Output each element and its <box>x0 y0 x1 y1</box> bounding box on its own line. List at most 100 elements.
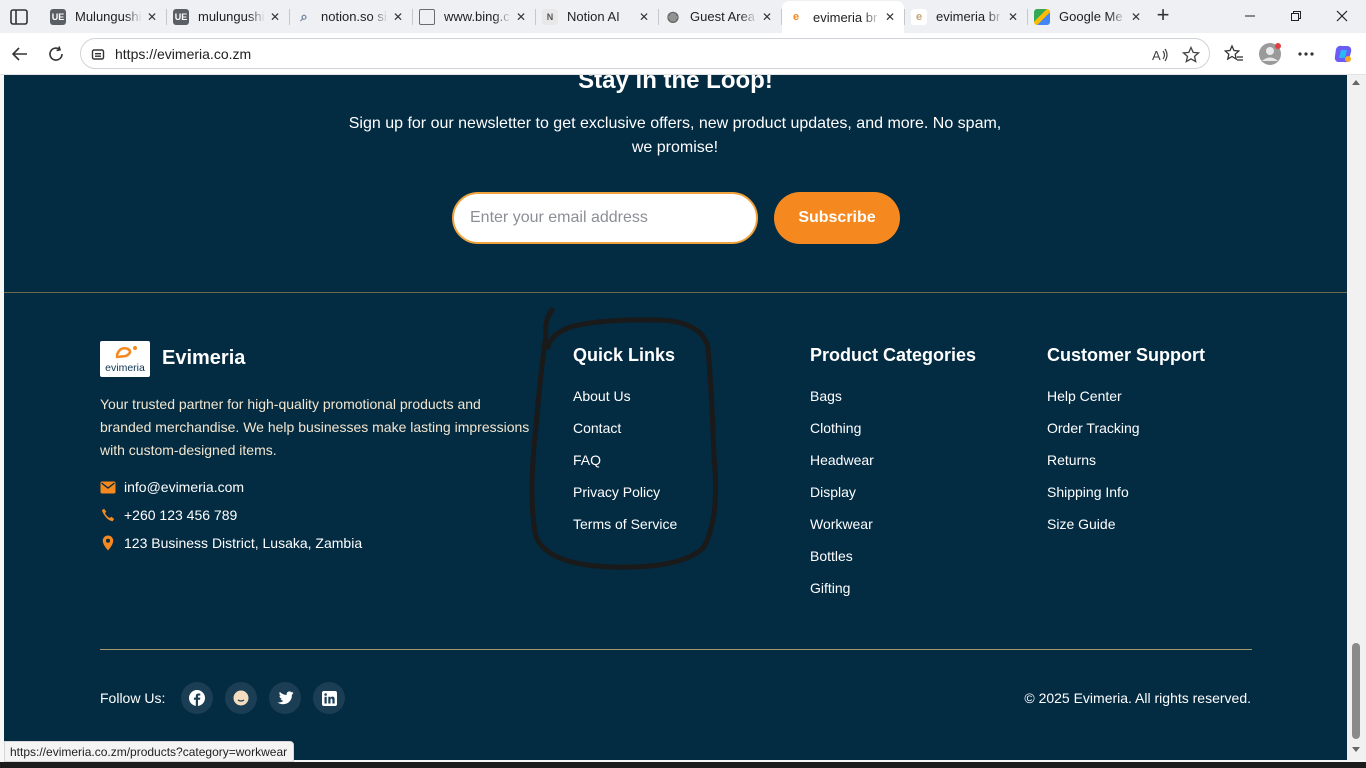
footer-divider <box>100 649 1252 650</box>
footer-link-about-us[interactable]: About Us <box>573 388 677 420</box>
newsletter-description: Sign up for our newsletter to get exclus… <box>348 115 1002 156</box>
browser-tab[interactable]: e evimeria br ✕ <box>905 4 1027 29</box>
product-categories-column: Product Categories Bags Clothing Headwea… <box>810 345 976 612</box>
contact-email[interactable]: info@evimeria.com <box>100 479 244 495</box>
browser-tab[interactable]: UE Mulungushi ✕ <box>44 4 166 29</box>
footer-link-contact[interactable]: Contact <box>573 420 677 452</box>
ue-icon: UE <box>50 8 66 25</box>
site-info-icon[interactable] <box>91 46 105 67</box>
close-tab-icon[interactable]: ✕ <box>757 7 777 27</box>
emoji-icon <box>233 690 249 706</box>
category-link-bottles[interactable]: Bottles <box>810 548 976 580</box>
subscribe-button[interactable]: Subscribe <box>774 192 900 244</box>
tab-title: evimeria br <box>936 9 1001 24</box>
browser-tab[interactable]: UE mulungushi ✕ <box>167 4 289 29</box>
refresh-icon[interactable] <box>43 41 69 67</box>
twitter-icon <box>277 691 293 705</box>
contact-address: 123 Business District, Lusaka, Zambia <box>100 535 362 551</box>
browser-tab[interactable]: ⌕ notion.so si ✕ <box>290 4 412 29</box>
category-link-bags[interactable]: Bags <box>810 388 976 420</box>
close-tab-icon[interactable]: ✕ <box>142 7 162 27</box>
footer-link-terms-of-service[interactable]: Terms of Service <box>573 516 677 548</box>
newsletter-email-input[interactable] <box>452 192 758 244</box>
restore-icon[interactable] <box>1274 4 1318 28</box>
contact-phone-text: +260 123 456 789 <box>124 507 238 523</box>
support-link-shipping-info[interactable]: Shipping Info <box>1047 484 1205 516</box>
support-link-order-tracking[interactable]: Order Tracking <box>1047 420 1205 452</box>
twitter-link[interactable] <box>269 682 301 714</box>
category-link-headwear[interactable]: Headwear <box>810 452 976 484</box>
category-link-clothing[interactable]: Clothing <box>810 420 976 452</box>
tab-actions-icon[interactable] <box>8 7 30 27</box>
tab-title: www.bing.c <box>444 9 510 24</box>
location-pin-icon <box>100 535 116 551</box>
profile-avatar-icon[interactable] <box>1258 42 1282 66</box>
close-tab-icon[interactable]: ✕ <box>880 7 900 27</box>
contact-address-text: 123 Business District, Lusaka, Zambia <box>124 535 363 551</box>
close-tab-icon[interactable]: ✕ <box>1126 7 1146 27</box>
quick-links-title: Quick Links <box>573 345 676 365</box>
contact-email-text: info@evimeria.com <box>124 479 245 495</box>
scrollbar-thumb[interactable] <box>1352 643 1360 739</box>
close-tab-icon[interactable]: ✕ <box>634 7 654 27</box>
notion-icon: N <box>542 8 558 25</box>
close-tab-icon[interactable]: ✕ <box>511 7 531 27</box>
support-link-help-center[interactable]: Help Center <box>1047 388 1205 420</box>
ue-icon: UE <box>173 8 189 25</box>
taskbar-edge <box>0 762 1366 768</box>
footer-link-faq[interactable]: FAQ <box>573 452 677 484</box>
linkedin-link[interactable] <box>313 682 345 714</box>
more-menu-icon[interactable] <box>1294 42 1318 66</box>
search-icon: ⌕ <box>300 8 308 24</box>
minimize-icon[interactable] <box>1228 4 1272 28</box>
browser-tab[interactable]: e evimeria br ✕ <box>782 1 904 33</box>
read-aloud-icon[interactable]: A <box>1151 46 1169 64</box>
close-tab-icon[interactable]: ✕ <box>265 7 285 27</box>
tab-title: Mulungushi <box>75 9 142 24</box>
status-bar-url: https://evimeria.co.zm/products?category… <box>4 741 295 762</box>
document-icon <box>419 8 435 25</box>
close-window-icon[interactable] <box>1320 4 1364 28</box>
facebook-icon <box>189 690 205 706</box>
evimeria-icon: e <box>911 8 927 25</box>
support-link-returns[interactable]: Returns <box>1047 452 1205 484</box>
browser-tab[interactable]: ◍ Guest Area ✕ <box>659 4 781 29</box>
social-link[interactable] <box>225 682 257 714</box>
back-icon[interactable] <box>7 41 33 67</box>
customer-support-title: Customer Support <box>1047 345 1206 365</box>
customer-support-column: Customer Support Help Center Order Track… <box>1047 345 1205 548</box>
category-link-gifting[interactable]: Gifting <box>810 580 976 612</box>
close-tab-icon[interactable]: ✕ <box>1003 7 1023 27</box>
linkedin-icon <box>321 690 337 706</box>
brand-logo[interactable]: evimeria <box>100 341 150 377</box>
favorite-star-icon[interactable] <box>1181 45 1201 64</box>
contact-phone[interactable]: +260 123 456 789 <box>100 507 237 523</box>
maps-icon <box>1034 8 1050 25</box>
phone-icon <box>100 507 116 523</box>
brand-description: Your trusted partner for high-quality pr… <box>100 396 530 458</box>
address-bar[interactable]: https://evimeria.co.zm A <box>80 38 1210 69</box>
svg-text:A: A <box>1152 48 1161 63</box>
copyright-text: © 2025 Evimeria. All rights reserved. <box>1024 690 1251 706</box>
close-tab-icon[interactable]: ✕ <box>388 7 408 27</box>
footer-link-privacy-policy[interactable]: Privacy Policy <box>573 484 677 516</box>
facebook-link[interactable] <box>181 682 213 714</box>
category-link-workwear[interactable]: Workwear <box>810 516 976 548</box>
browser-tab[interactable]: Google Me ✕ <box>1028 4 1150 29</box>
category-link-display[interactable]: Display <box>810 484 976 516</box>
favorites-icon[interactable] <box>1222 42 1246 66</box>
scroll-down-arrow-icon[interactable] <box>1352 747 1360 752</box>
tab-bar: UE Mulungushi ✕ UE mulungushi ✕ ⌕ notion.so si ✕… <box>0 0 1366 33</box>
tab-title: evimeria br <box>813 9 878 25</box>
support-link-size-guide[interactable]: Size Guide <box>1047 516 1205 548</box>
browser-tab[interactable]: N Notion AI ✕ <box>536 4 658 29</box>
browser-tab[interactable]: www.bing.c ✕ <box>413 4 535 29</box>
page-viewport: Stay in the Loop! Sign up for our newsle… <box>4 75 1347 760</box>
follow-us-label: Follow Us: <box>100 690 166 706</box>
scroll-up-arrow-icon[interactable] <box>1352 80 1360 85</box>
copilot-icon[interactable] <box>1331 42 1355 66</box>
globe-icon: ◍ <box>666 8 680 24</box>
page-scrollbar[interactable] <box>1347 75 1366 760</box>
url-text[interactable]: https://evimeria.co.zm <box>115 46 251 62</box>
new-tab-button[interactable]: + <box>1152 4 1174 27</box>
